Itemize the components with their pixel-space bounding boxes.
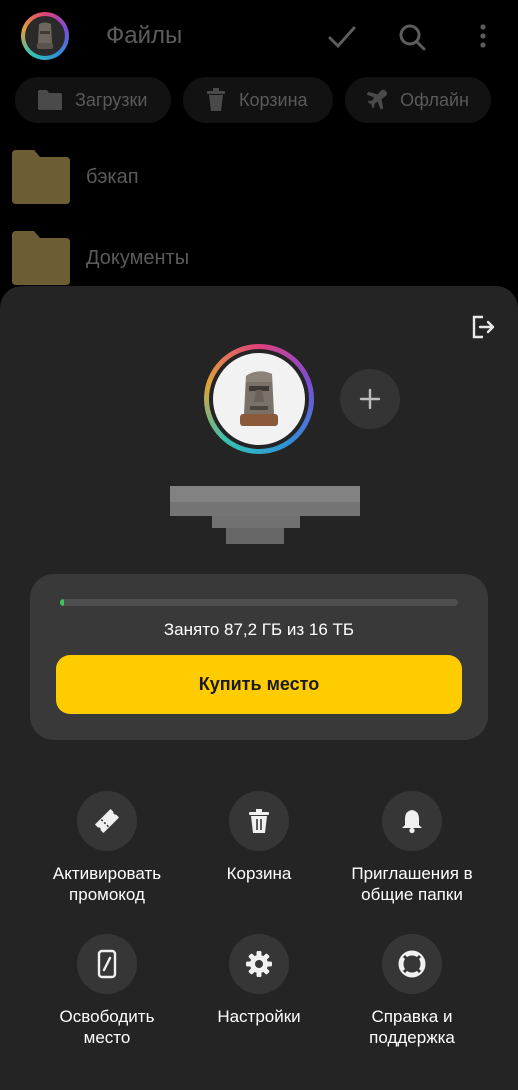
chip-label: Загрузки [75,89,148,110]
chip-trash[interactable]: Корзина [183,77,333,123]
action-label: Корзина [226,864,292,883]
moai-avatar-icon [240,371,278,426]
gear-icon [246,951,272,977]
activate-promocode-button[interactable]: Активировать промокод [22,791,192,905]
settings-button[interactable]: Настройки [174,934,344,1027]
storage-progress-bar [60,599,458,606]
checkmark-icon [328,26,356,49]
chip-label: Офлайн [400,89,469,110]
search-icon [399,24,426,51]
free-up-space-button[interactable]: Освободить место [22,934,192,1048]
search-button[interactable] [397,22,427,52]
help-support-button[interactable]: Справка и поддержка [327,934,497,1048]
folder-item[interactable]: Документы [10,229,189,287]
folder-icon [12,231,70,285]
select-mode-button[interactable] [327,22,357,52]
action-label: Освободить место [59,1007,155,1047]
trash-button[interactable]: Корзина [174,791,344,884]
logout-icon [472,315,495,339]
chip-label: Корзина [239,89,308,110]
folder-icon [38,90,62,110]
folder-item[interactable]: бэкап [10,148,139,206]
page-title: Файлы [106,22,183,49]
account-bottom-sheet: Занято 87,2 ГБ из 16 ТБ Купить место Акт… [0,286,518,1090]
files-screen-background: Файлы Загрузки Корзина Офлайн бэкап Доку… [0,0,518,300]
account-avatar[interactable] [21,12,69,60]
folder-name: бэкап [86,165,139,188]
folder-icon [12,150,70,204]
add-account-button[interactable] [340,369,400,429]
lifebuoy-icon [398,950,426,978]
storage-progress-fill [60,599,64,606]
profile-avatar[interactable] [204,344,314,454]
plus-icon [359,388,381,410]
airplane-icon [367,89,388,110]
logout-button[interactable] [470,314,496,340]
storage-used-text: Занято 87,2 ГБ из 16 ТБ [163,620,355,639]
promocode-icon [94,808,120,834]
folder-name: Документы [86,246,190,269]
action-label: Активировать промокод [52,864,162,904]
storage-card: Занято 87,2 ГБ из 16 ТБ Купить место [30,574,488,740]
phone-icon [97,949,117,979]
bell-icon [402,810,422,834]
more-vertical-icon [480,24,486,48]
top-bar: Файлы [0,0,518,72]
quick-filter-chips: Загрузки Корзина Офлайн [15,77,491,123]
action-label: Настройки [217,1007,301,1026]
action-label: Справка и поддержка [369,1007,455,1047]
shared-folder-invites-button[interactable]: Приглашения в общие папки [327,791,497,905]
action-label: Приглашения в общие папки [351,864,473,904]
buy-space-button[interactable]: Купить место [56,655,462,714]
chip-offline[interactable]: Офлайн [345,77,491,123]
trash-icon [249,809,269,833]
moai-icon [37,22,53,49]
chip-downloads[interactable]: Загрузки [15,77,171,123]
trash-icon [207,88,225,111]
more-menu-button[interactable] [468,22,498,52]
